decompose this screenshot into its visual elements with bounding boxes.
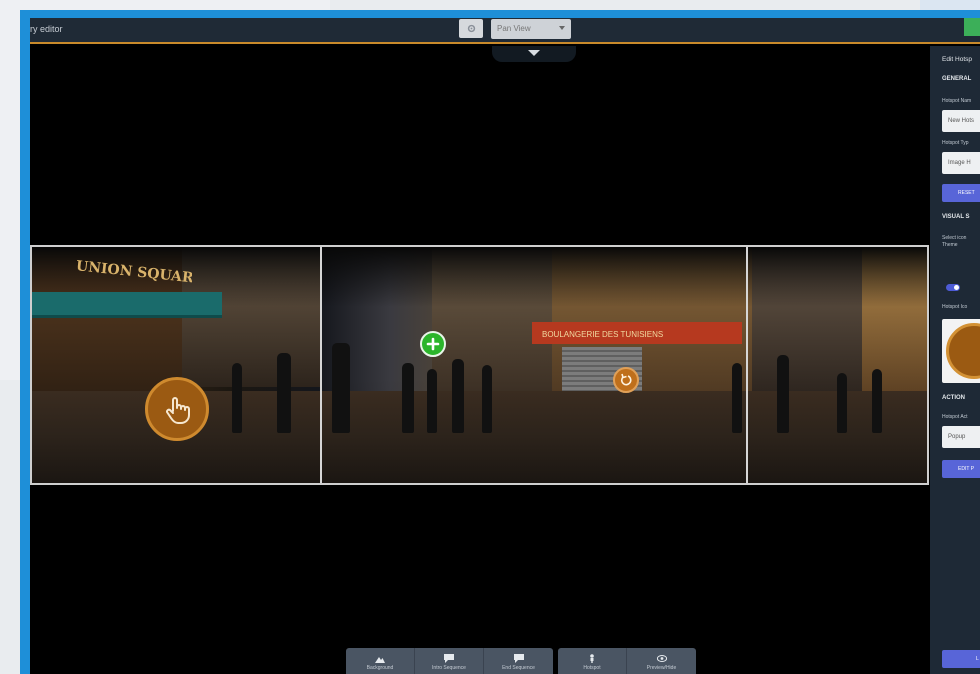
- end-sequence-label: End Sequence: [502, 665, 535, 671]
- view-mode-select[interactable]: Pan View: [491, 19, 571, 39]
- union-square-sign-text: UNION SQUARE: [75, 258, 192, 283]
- eye-icon: [656, 655, 667, 662]
- editor-window: ry editor Pan View UNION SQUARE BOULANGE…: [30, 18, 980, 674]
- apply-button[interactable]: L: [942, 650, 980, 668]
- background-button[interactable]: Background: [346, 648, 415, 674]
- theme-label: Theme: [942, 242, 958, 248]
- panorama-seam: [746, 247, 748, 483]
- sequence-tool-group: Background Intro Sequence End Sequence: [346, 648, 553, 674]
- hotspot-action-label: Hotspot Act: [942, 414, 968, 420]
- panorama-viewer[interactable]: UNION SQUARE BOULANGERIE DES TUNISIENS: [30, 245, 929, 485]
- hotspot-rotate-marker[interactable]: [613, 367, 639, 393]
- visual-heading: VISUAL S: [942, 214, 970, 220]
- pedestrian: [332, 343, 350, 433]
- pedestrian: [232, 363, 242, 433]
- chat-bubble-icon: [444, 654, 454, 663]
- hotspot-action-select[interactable]: Popup: [942, 426, 980, 448]
- settings-button[interactable]: [459, 19, 483, 38]
- hotspot-label: Hotspot: [583, 665, 601, 671]
- screen: ry editor Pan View UNION SQUARE BOULANGE…: [0, 0, 980, 674]
- hand-pointer-icon: [946, 323, 980, 379]
- cafe-awning: [32, 292, 222, 318]
- chat-bubble-icon: [513, 654, 524, 663]
- background-label: Background: [366, 665, 394, 671]
- hotspot-type-select[interactable]: Image H: [942, 152, 980, 174]
- pedestrian: [732, 363, 742, 433]
- chevron-down-icon: [559, 26, 565, 30]
- hotspot-name-label: Hotspot Nam: [942, 98, 972, 104]
- select-icon-label: Select icon: [942, 235, 967, 241]
- chevron-down-icon: [528, 50, 540, 56]
- pedestrian: [482, 365, 492, 433]
- mountain-icon: [375, 657, 385, 663]
- bakery-sign: BOULANGERIE DES TUNISIENS: [532, 322, 742, 344]
- bakery-sign-text: BOULANGERIE DES TUNISIENS: [542, 330, 663, 339]
- edit-hotspot-panel: Edit Hotsp GENERAL Hotspot Nam New Hots …: [930, 46, 980, 674]
- end-sequence-button[interactable]: End Sequence: [484, 648, 553, 674]
- hotspot-tool-group: Hotspot Preview/Hide: [558, 648, 696, 674]
- theme-toggle[interactable]: [946, 284, 960, 291]
- add-hotspot-marker[interactable]: [420, 331, 446, 357]
- app-title: ry editor: [30, 24, 63, 34]
- person-pin-icon: [590, 654, 594, 663]
- hand-pointer-icon: [166, 397, 190, 424]
- hotspot-name-input[interactable]: New Hots: [942, 110, 980, 132]
- preview-hide-button[interactable]: Preview/Hide: [627, 648, 696, 674]
- gear-icon: [467, 24, 475, 33]
- top-bar: ry editor Pan View: [30, 18, 980, 44]
- save-button[interactable]: [964, 18, 980, 36]
- action-heading: ACTION: [942, 395, 965, 401]
- pedestrian: [427, 369, 437, 433]
- edit-popup-button[interactable]: EDIT P: [942, 460, 980, 478]
- preview-hide-label: Preview/Hide: [646, 665, 677, 671]
- intro-sequence-button[interactable]: Intro Sequence: [415, 648, 484, 674]
- hotspot-button[interactable]: Hotspot: [558, 648, 627, 674]
- bottom-toolbar: Background Intro Sequence End Sequence H…: [346, 648, 696, 674]
- rotate-icon: [620, 373, 632, 386]
- plus-icon: [426, 337, 440, 351]
- view-mode-value: Pan View: [497, 24, 531, 33]
- hotspot-type-label: Hotspot Typ: [942, 140, 969, 146]
- pedestrian: [777, 355, 789, 433]
- intro-sequence-label: Intro Sequence: [432, 665, 466, 671]
- hotspot-icon-preview[interactable]: [942, 319, 980, 383]
- hotspot-icon-label: Hotspot Ico: [942, 304, 968, 310]
- general-heading: GENERAL: [942, 76, 972, 82]
- hotspot-hand-marker[interactable]: [145, 377, 209, 441]
- collapse-toolbar-toggle[interactable]: [492, 46, 576, 62]
- panorama-seam: [320, 247, 322, 483]
- pedestrian: [402, 363, 414, 433]
- pedestrian: [277, 353, 291, 433]
- pedestrian: [837, 373, 847, 433]
- panel-title: Edit Hotsp: [942, 56, 972, 63]
- pedestrian: [452, 359, 464, 433]
- reset-button[interactable]: RESET: [942, 184, 980, 202]
- union-square-sign: UNION SQUARE: [72, 257, 205, 287]
- pedestrian: [872, 369, 882, 433]
